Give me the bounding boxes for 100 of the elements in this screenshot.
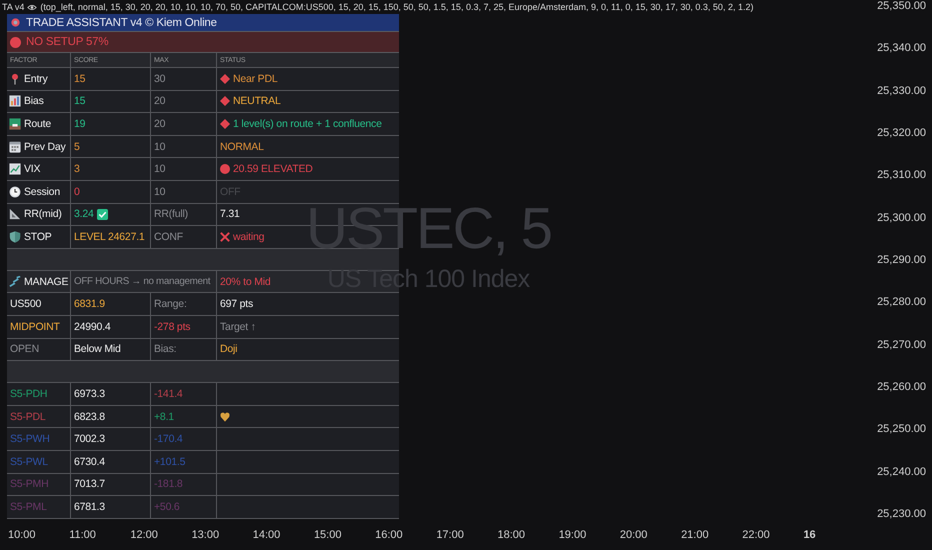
level-distance: -170.4 (154, 433, 183, 446)
price-label: 25,280.00 (877, 296, 926, 308)
status-dot-icon (10, 36, 21, 48)
level-name: S5-PMH (10, 478, 48, 490)
info-text: OPEN (10, 343, 39, 356)
level-value: 6781.3 (74, 500, 105, 513)
time-label: 16 (803, 529, 817, 541)
score-value: 5 (74, 140, 80, 153)
level-value: 6973.3 (74, 388, 105, 400)
time-label: 21:00 (681, 529, 710, 541)
factor-name: Entry (24, 72, 48, 85)
factor-name: STOP (24, 230, 52, 243)
max-value: 10 (154, 163, 166, 176)
max-value: 20 (154, 95, 166, 108)
status-text: waiting (233, 230, 264, 243)
price-label: 25,310.00 (877, 169, 926, 182)
manage-target: 20% to Mid (220, 276, 271, 288)
price-label: 25,240.00 (877, 466, 926, 478)
time-label: 12:00 (130, 529, 159, 541)
panel-title: TRADE ASSISTANT v4 © Kiem Online (26, 16, 217, 28)
status-text: NEUTRAL (233, 95, 281, 108)
factor-name: Session (24, 186, 60, 198)
info-text: 6831.9 (74, 298, 105, 310)
price-label: 25,320.00 (877, 126, 926, 139)
manage-label: MANAGE (24, 276, 68, 288)
cross-icon (220, 232, 230, 242)
time-label: 13:00 (192, 529, 220, 541)
score-value: LEVEL 24627.1 (74, 230, 145, 243)
status-text: 7.31 (220, 208, 240, 220)
shield-icon (9, 230, 21, 243)
level-distance: +8.1 (154, 410, 174, 423)
price-label: 25,270.00 (877, 338, 926, 351)
info-text: 697 pts (220, 298, 254, 310)
level-name: S5-PWH (10, 433, 50, 446)
price-label: 25,260.00 (877, 380, 926, 393)
factor-name: VIX (24, 163, 40, 176)
price-label: 25,250.00 (877, 423, 926, 436)
level-value: 6730.4 (74, 456, 105, 468)
price-label: 25,230.00 (877, 508, 926, 520)
max-value: RR(full) (154, 208, 188, 220)
eye-icon[interactable] (27, 2, 38, 12)
info-text: Below Mid (74, 343, 121, 356)
price-label: 25,340.00 (877, 42, 926, 54)
info-text: US500 (10, 298, 42, 310)
clock-icon (9, 186, 21, 198)
price-label: 25,290.00 (877, 254, 926, 266)
level-name: S5-PDL (10, 410, 46, 423)
bar-chart-icon (9, 95, 21, 108)
factor-name: Prev Day (24, 140, 66, 153)
level-value: 7013.7 (74, 478, 105, 490)
diamond-icon (220, 74, 230, 84)
factor-name: Route (24, 118, 52, 130)
manage-state: OFF HOURS → no management (74, 276, 210, 288)
max-value: CONF (154, 230, 183, 243)
level-name: S5-PDH (10, 388, 48, 400)
price-label: 25,350.00 (877, 0, 926, 12)
status-text: 20.59 ELEVATED (233, 163, 313, 176)
price-label: 25,300.00 (877, 212, 926, 224)
score-value: 3.24 (74, 208, 94, 220)
factor-name: Bias (24, 95, 44, 108)
time-label: 20:00 (620, 529, 648, 541)
max-value: 10 (154, 140, 166, 153)
indicator-name[interactable]: TA v4 (2, 2, 24, 12)
level-distance: +50.6 (154, 500, 180, 513)
diamond-icon (220, 118, 230, 129)
info-text: Target ↑ (220, 320, 256, 333)
level-value: 7002.3 (74, 433, 105, 446)
level-name: S5-PWL (10, 456, 48, 468)
setup-status: NO SETUP 57% (26, 36, 108, 48)
time-label: 10:00 (8, 529, 37, 541)
level-distance: -181.8 (154, 478, 183, 490)
max-value: 10 (154, 186, 166, 198)
time-label: 22:00 (742, 529, 771, 541)
time-label: 15:00 (314, 529, 342, 541)
pin-icon (9, 72, 21, 85)
time-label: 14:00 (252, 529, 282, 541)
level-name: S5-PML (10, 500, 47, 513)
score-value: 0 (74, 186, 80, 198)
score-value: 3 (74, 163, 80, 176)
price-label: 25,330.00 (877, 84, 926, 97)
max-value: 20 (154, 118, 166, 130)
info-text: Doji (220, 343, 238, 356)
time-label: 19:00 (558, 529, 588, 541)
ruler-icon (9, 208, 21, 220)
level-distance: -141.4 (154, 388, 183, 400)
info-text: MIDPOINT (10, 320, 60, 333)
score-value: 15 (74, 72, 86, 85)
time-label: 16:00 (375, 529, 404, 541)
info-text: Range: (154, 298, 187, 310)
status-text: NORMAL (220, 140, 264, 153)
max-value: 30 (154, 72, 166, 85)
score-value: 19 (74, 118, 86, 130)
level-value: 6823.8 (74, 410, 105, 423)
line-chart-icon (9, 163, 21, 176)
score-value: 15 (74, 95, 86, 108)
status-text: 1 level(s) on route + 1 confluence (233, 118, 382, 130)
time-label: 18:00 (498, 529, 526, 541)
diamond-icon (220, 96, 230, 106)
time-label: 11:00 (69, 529, 97, 541)
info-text: 24990.4 (74, 320, 111, 333)
